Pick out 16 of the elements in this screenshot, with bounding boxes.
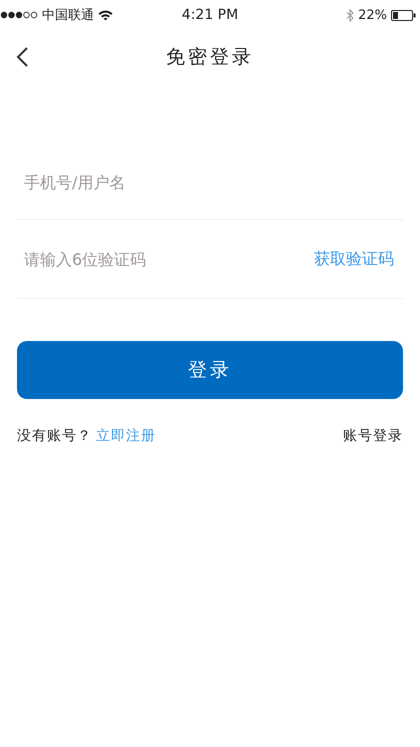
carrier-name: 中国联通 [42, 7, 94, 24]
wifi-icon [98, 10, 113, 20]
status-time: 4:21 PM [182, 7, 238, 23]
back-icon[interactable] [16, 47, 28, 67]
battery-percent: 22% [358, 8, 387, 22]
no-account-prompt: 没有账号？ [17, 428, 92, 444]
page-title: 免密登录 [166, 45, 254, 70]
signal-icon [0, 11, 38, 19]
login-button[interactable]: 登录 [17, 341, 403, 399]
get-code-link[interactable]: 获取验证码 [314, 248, 394, 270]
code-field[interactable]: 请输入6位验证码 [24, 247, 314, 271]
battery-icon [391, 10, 416, 20]
register-link[interactable]: 立即注册 [96, 428, 156, 444]
account-login-link[interactable]: 账号登录 [343, 427, 403, 445]
bluetooth-icon [346, 8, 354, 22]
account-field[interactable]: 手机号/用户名 [24, 170, 394, 194]
